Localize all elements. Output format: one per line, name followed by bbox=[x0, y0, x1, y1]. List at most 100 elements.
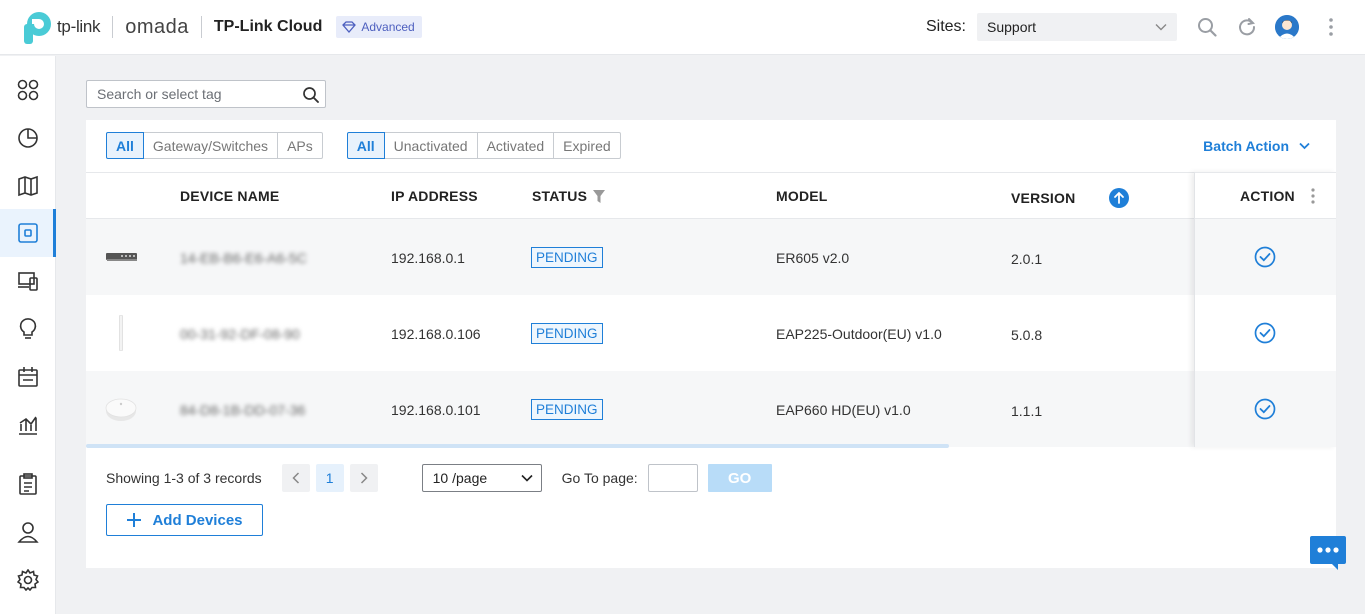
ip-address: 192.168.0.106 bbox=[391, 326, 481, 342]
site-select[interactable]: Support bbox=[977, 13, 1177, 41]
horizontal-scrollbar[interactable] bbox=[86, 444, 949, 448]
advanced-badge: Advanced bbox=[336, 16, 422, 38]
tag-search-box bbox=[86, 80, 326, 108]
pagination: Showing 1-3 of 3 records 1 10 /page Go T… bbox=[106, 464, 806, 492]
col-ip-address: IP ADDRESS bbox=[391, 188, 478, 204]
batch-action-button[interactable]: Batch Action bbox=[1203, 138, 1310, 154]
map-icon bbox=[18, 175, 38, 197]
adopt-check-icon[interactable] bbox=[1254, 322, 1276, 344]
chevron-right-icon bbox=[360, 472, 368, 484]
col-status: STATUS bbox=[532, 188, 606, 204]
table-row[interactable]: 84-D8-1B-DD-07-36 192.168.0.101 PENDING … bbox=[86, 371, 1336, 447]
chat-bubble-icon bbox=[1310, 536, 1346, 570]
model: ER605 v2.0 bbox=[776, 250, 850, 266]
clients-icon bbox=[18, 272, 38, 291]
status-badge: PENDING bbox=[531, 247, 603, 268]
device-name[interactable]: 14-EB-B6-E6-A6-5C bbox=[180, 250, 307, 266]
sidebar-item-reports[interactable] bbox=[0, 401, 56, 449]
devices-card: All Gateway/Switches APs All Unactivated… bbox=[86, 120, 1336, 568]
filter-type-all[interactable]: All bbox=[106, 132, 144, 159]
filter-status-activated[interactable]: Activated bbox=[477, 132, 555, 159]
add-devices-label: Add Devices bbox=[152, 511, 243, 529]
col-device-name-label: DEVICE NAME bbox=[180, 188, 280, 204]
lightbulb-icon bbox=[19, 318, 37, 339]
sidebar-item-accounts[interactable] bbox=[0, 508, 56, 556]
dashboard-icon bbox=[17, 79, 39, 101]
sidebar-item-clients[interactable] bbox=[0, 257, 56, 305]
col-version-label: VERSION bbox=[1011, 190, 1076, 206]
page-size-select[interactable]: 10 /page bbox=[421, 464, 542, 492]
user-avatar[interactable] bbox=[1275, 15, 1299, 39]
site-select-value: Support bbox=[987, 19, 1037, 35]
analytics-icon bbox=[19, 416, 37, 435]
outdoor-ap-device-icon bbox=[119, 315, 123, 351]
col-version: VERSION bbox=[1011, 188, 1130, 208]
version: 2.0.1 bbox=[1011, 251, 1043, 267]
chevron-left-icon bbox=[292, 472, 299, 484]
sites-label: Sites: bbox=[925, 18, 966, 35]
go-button[interactable]: GO bbox=[707, 464, 772, 492]
sidebar-item-insight[interactable] bbox=[0, 305, 56, 353]
advanced-badge-label: Advanced bbox=[361, 20, 415, 34]
version: 5.0.8 bbox=[1011, 327, 1043, 343]
sidebar-item-devices[interactable] bbox=[0, 209, 56, 257]
filter-status-all[interactable]: All bbox=[346, 132, 385, 159]
goto-page-input[interactable] bbox=[647, 464, 698, 492]
col-device-name: DEVICE NAME bbox=[180, 188, 279, 204]
clipboard-icon bbox=[19, 473, 37, 495]
table-row[interactable]: 14-EB-B6-E6-A6-5C 192.168.0.1 PENDING ER… bbox=[86, 219, 1336, 295]
chat-support-button[interactable] bbox=[1310, 536, 1346, 570]
col-model: MODEL bbox=[776, 188, 828, 204]
filter-type-gateway-switches[interactable]: Gateway/Switches bbox=[143, 132, 279, 159]
sidebar-item-map[interactable] bbox=[0, 162, 56, 210]
pie-chart-icon bbox=[18, 128, 38, 148]
sidebar-item-schedule[interactable] bbox=[0, 353, 56, 401]
add-devices-button[interactable]: Add Devices bbox=[106, 504, 263, 536]
devices-table: DEVICE NAME IP ADDRESS STATUS MODEL VERS… bbox=[86, 172, 1336, 447]
header-right: Sites: Support bbox=[926, 13, 1365, 41]
sidebar-item-logs[interactable] bbox=[0, 460, 56, 508]
refresh-button[interactable] bbox=[1237, 17, 1257, 37]
filter-type-aps[interactable]: APs bbox=[278, 132, 323, 159]
tp-link-logo-icon bbox=[24, 12, 51, 44]
col-ip-address-label: IP ADDRESS bbox=[391, 188, 478, 204]
ip-address: 192.168.0.1 bbox=[391, 250, 465, 266]
search-icon bbox=[1198, 18, 1217, 37]
sidebar-item-dashboard[interactable] bbox=[0, 66, 56, 114]
version: 1.1.1 bbox=[1011, 403, 1043, 419]
page-number-button[interactable]: 1 bbox=[315, 464, 344, 492]
model: EAP660 HD(EU) v1.0 bbox=[776, 402, 911, 418]
tag-search-input[interactable] bbox=[97, 86, 297, 102]
table-row[interactable]: 00-31-92-DF-08-90 192.168.0.106 PENDING … bbox=[86, 295, 1336, 371]
device-name[interactable]: 00-31-92-DF-08-90 bbox=[180, 326, 300, 342]
filter-status-expired[interactable]: Expired bbox=[554, 132, 621, 159]
app-title: TP-Link Cloud bbox=[213, 18, 323, 35]
table-header: DEVICE NAME IP ADDRESS STATUS MODEL VERS… bbox=[86, 172, 1336, 219]
status-badge: PENDING bbox=[531, 399, 603, 420]
more-menu-button[interactable] bbox=[1321, 17, 1341, 37]
global-search-button[interactable] bbox=[1197, 17, 1217, 37]
device-name[interactable]: 84-D8-1B-DD-07-36 bbox=[180, 402, 305, 418]
router-device-icon bbox=[106, 253, 137, 261]
sidebar bbox=[0, 56, 56, 614]
search-icon[interactable] bbox=[302, 86, 320, 104]
adopt-check-icon[interactable] bbox=[1254, 398, 1276, 420]
sort-ascending-icon[interactable] bbox=[1109, 188, 1130, 208]
filter-icon[interactable] bbox=[593, 189, 606, 203]
prev-page-button[interactable] bbox=[281, 464, 310, 492]
sidebar-item-settings[interactable] bbox=[0, 556, 56, 604]
tp-link-logo: tp-link bbox=[19, 10, 101, 44]
user-avatar-icon bbox=[1275, 15, 1299, 39]
brand[interactable]: tp-link omada TP-Link Cloud Advanced bbox=[19, 10, 422, 44]
omada-wordmark: omada bbox=[125, 15, 189, 38]
next-page-button[interactable] bbox=[349, 464, 378, 492]
user-icon bbox=[17, 522, 39, 543]
filter-status-unactivated[interactable]: Unactivated bbox=[384, 132, 478, 159]
plus-icon bbox=[127, 513, 142, 527]
adopt-check-icon[interactable] bbox=[1254, 246, 1276, 268]
device-type-filter: All Gateway/Switches APs bbox=[106, 132, 323, 159]
brand-divider bbox=[200, 16, 202, 38]
model: EAP225-Outdoor(EU) v1.0 bbox=[776, 326, 942, 342]
diamond-icon bbox=[342, 21, 357, 33]
sidebar-item-statistics[interactable] bbox=[0, 114, 56, 162]
